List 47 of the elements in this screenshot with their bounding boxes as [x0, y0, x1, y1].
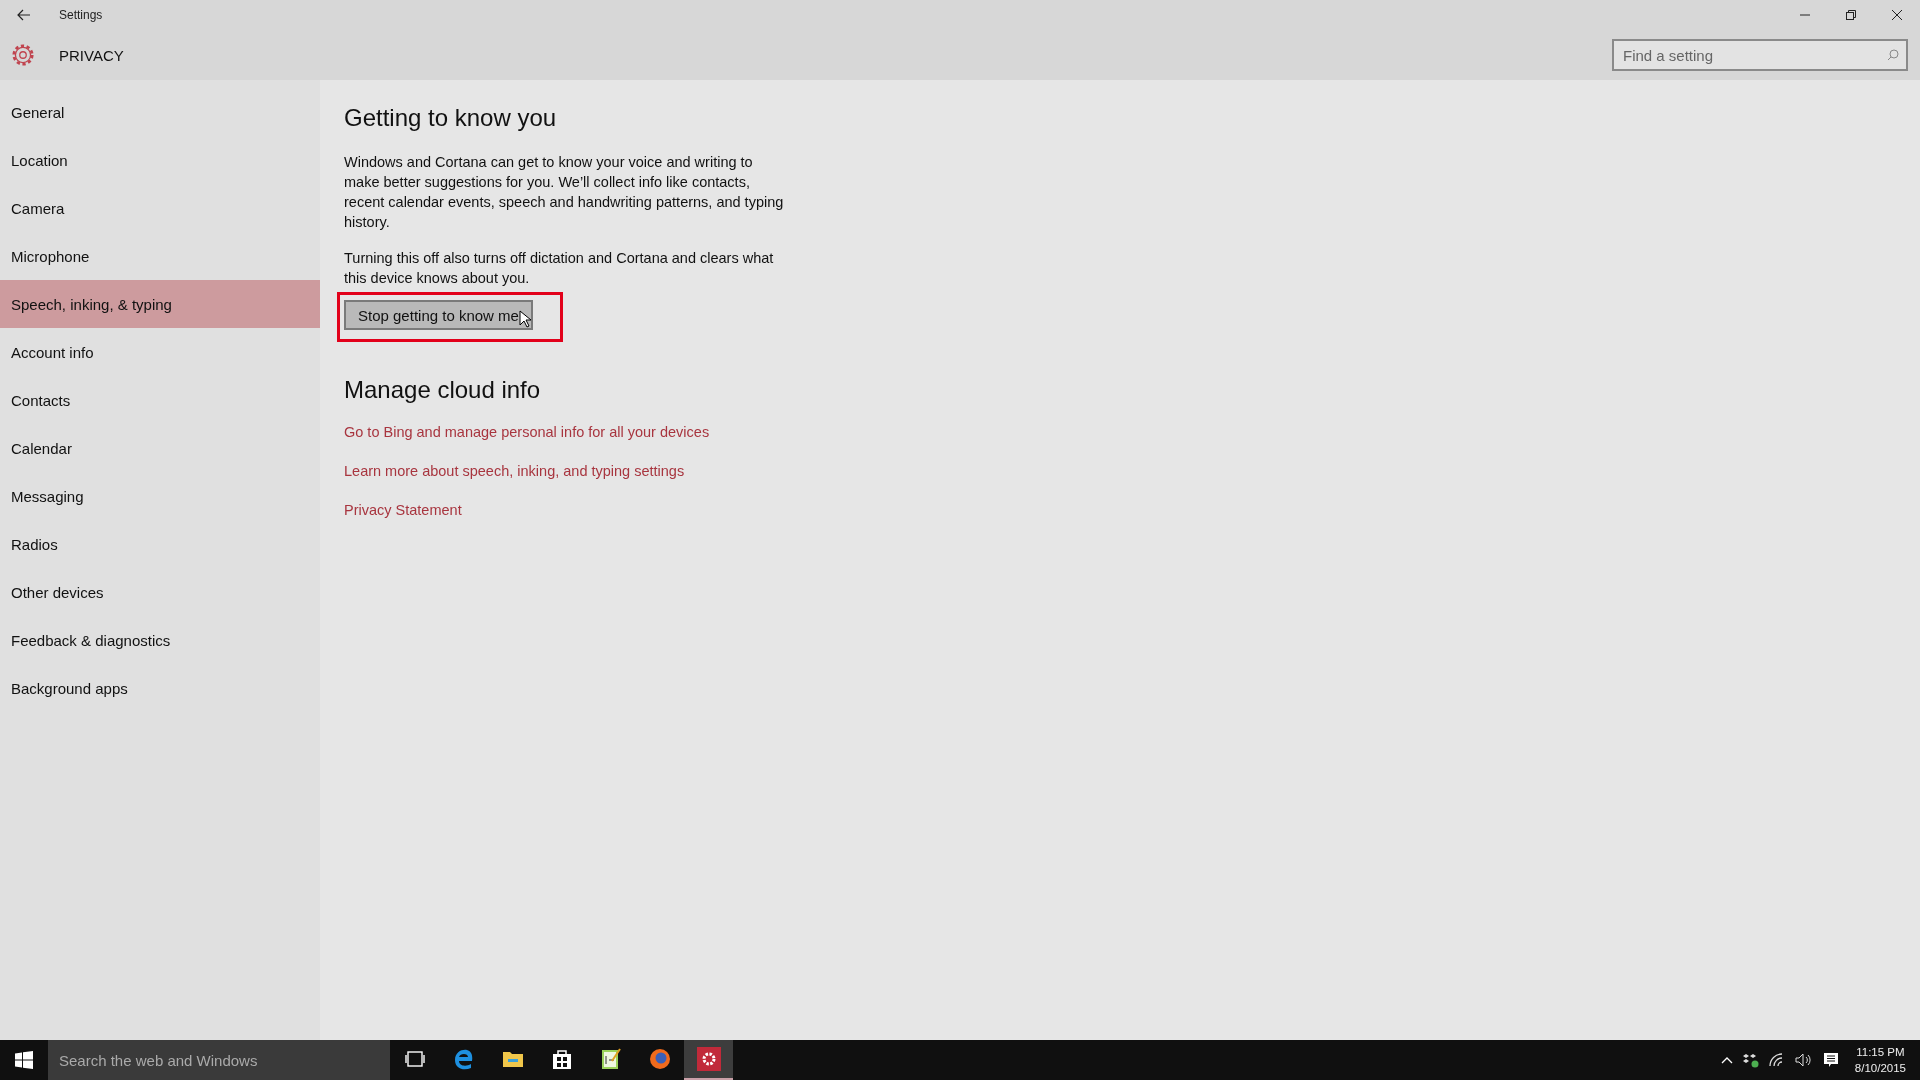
link[interactable]: Learn more about speech, inking, and typing settings [344, 463, 685, 479]
chevron-up-icon[interactable] [1720, 1056, 1733, 1064]
e-letter-icon [452, 1048, 475, 1070]
sidebar-item[interactable]: Microphone [0, 232, 320, 280]
window-title: Settings [59, 8, 103, 22]
sidebar-item[interactable]: Calendar [0, 424, 320, 472]
section-title: PRIVACY [59, 46, 124, 64]
stop-button[interactable]: Stop getting to know me [344, 300, 533, 330]
link[interactable]: Privacy Statement [344, 502, 462, 518]
link[interactable]: Go to Bing and manage personal info for all your devices [344, 424, 710, 440]
clock-time: 11:15 PM [1856, 1045, 1905, 1060]
section-heading: Getting to know you [344, 104, 557, 132]
gear-icon [696, 1047, 721, 1071]
taskbar-app-button[interactable] [684, 1040, 733, 1080]
sidebar-item[interactable]: Feedback & diagnostics [0, 616, 320, 664]
sidebar-item[interactable]: Speech, inking, & typing [0, 280, 320, 328]
taskbar-search-field[interactable]: Search the web and Windows [48, 1040, 390, 1080]
task-view-icon [404, 1051, 425, 1067]
sidebar-item[interactable]: Camera [0, 184, 320, 232]
sidebar-item[interactable]: Other devices [0, 568, 320, 616]
wifi-icon[interactable] [1768, 1053, 1785, 1067]
mouse-cursor-icon [519, 310, 531, 328]
search-field[interactable]: Find a setting [1612, 39, 1908, 71]
sidebar-item[interactable]: Background apps [0, 664, 320, 712]
restore-icon [1846, 10, 1856, 20]
clock-date: 8/10/2015 [1854, 1061, 1906, 1076]
sidebar-item[interactable]: General [0, 88, 320, 136]
sidebar-item[interactable]: Radios [0, 520, 320, 568]
gear-icon [10, 42, 36, 68]
sidebar-item[interactable]: Messaging [0, 472, 320, 520]
description-text: Windows and Cortana can get to know your voice and writing to make better suggestions for you. We’ll collect info like contacts, recent calendar events, speech and handwriting patterns, and typing history. [344, 153, 785, 232]
sidebar-item[interactable]: Contacts [0, 376, 320, 424]
box-sync-icon[interactable] [1742, 1052, 1759, 1068]
note-text: Turning this off also turns off dictation and Cortana and clears what this device knows about you. [344, 249, 775, 288]
windows-logo-icon [15, 1051, 33, 1069]
section-heading: Manage cloud info [344, 376, 541, 404]
back-arrow-icon [17, 9, 31, 21]
sidebar-item[interactable]: Location [0, 136, 320, 184]
shopping-bag-icon [551, 1048, 572, 1070]
notification-icon[interactable] [1822, 1052, 1839, 1068]
notepad-icon [600, 1048, 621, 1070]
search-icon [1887, 49, 1899, 61]
speaker-icon[interactable] [1794, 1053, 1813, 1067]
sidebar-item[interactable]: Account info [0, 328, 320, 376]
close-icon [1892, 10, 1902, 20]
fox-globe-icon [648, 1048, 671, 1070]
folder-icon [501, 1050, 524, 1068]
